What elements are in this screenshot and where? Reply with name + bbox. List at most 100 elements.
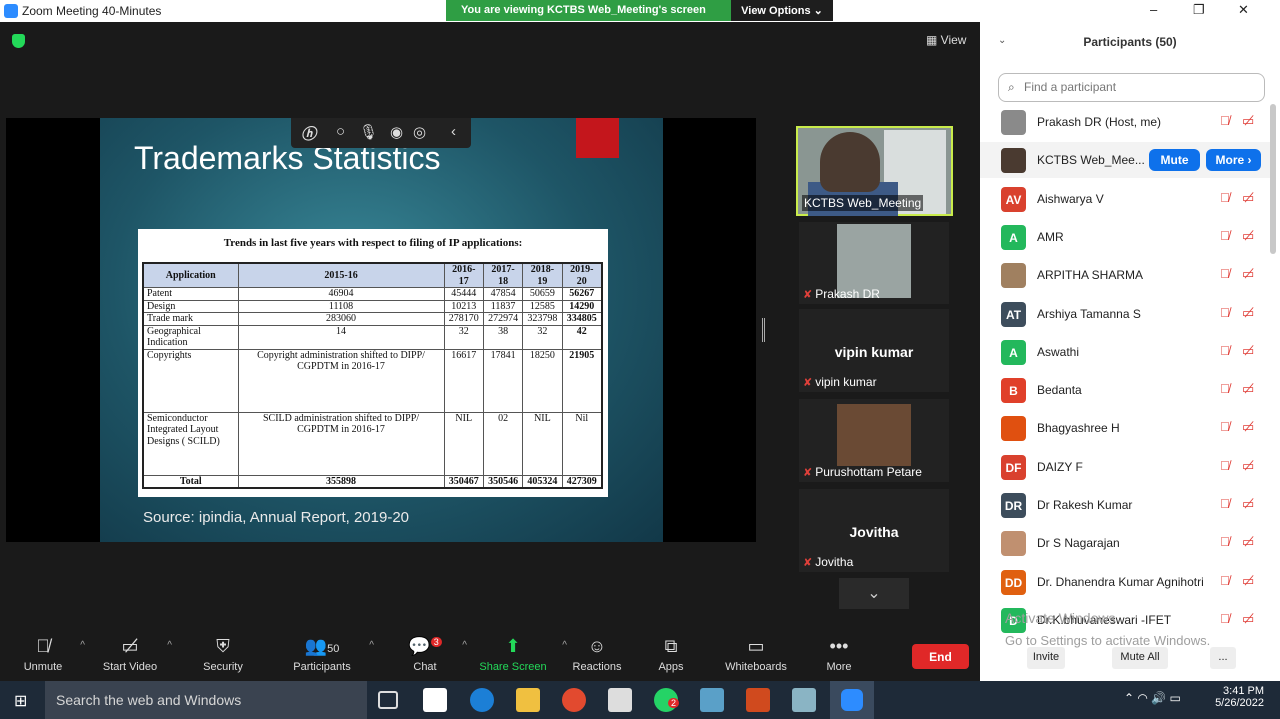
task-view-icon[interactable]: [378, 691, 398, 709]
encryption-shield-icon[interactable]: [12, 34, 25, 48]
participant-search-input[interactable]: ⌕ Find a participant: [998, 73, 1265, 102]
muted-mic-icon[interactable]: 🎙̸: [1220, 266, 1230, 281]
chevron-up-icon[interactable]: ^: [462, 640, 467, 651]
zoom-taskbar-button[interactable]: [830, 681, 874, 719]
participant-row[interactable]: A AMR 🎙̸ ▭̸: [980, 219, 1270, 255]
store-icon[interactable]: [423, 688, 447, 712]
participant-row[interactable]: B Bedanta 🎙̸ ▭̸: [980, 372, 1270, 408]
start-video-button[interactable]: ▭̸ Start Video ^: [90, 636, 172, 673]
video-off-icon[interactable]: ▭̸: [1242, 343, 1254, 359]
broadcast-icon[interactable]: ◎: [413, 123, 426, 141]
video-tile[interactable]: vipin kumar ✘ vipin kumar: [799, 309, 949, 392]
end-meeting-button[interactable]: End: [912, 644, 969, 669]
chevron-up-icon[interactable]: ^: [369, 640, 374, 651]
table-row-total: Total 355898 350467 350546 405324 427309: [142, 474, 603, 489]
apps-button[interactable]: ⧉ Apps: [631, 636, 711, 673]
whatsapp-icon[interactable]: 2: [654, 688, 680, 712]
file-explorer-icon[interactable]: [516, 688, 540, 712]
muted-mic-icon[interactable]: 🎙̸: [1220, 381, 1230, 396]
minimize-button[interactable]: –: [1150, 2, 1157, 17]
muted-mic-icon[interactable]: 🎙̸: [1220, 190, 1230, 205]
participant-row[interactable]: ARPITHA SHARMA 🎙̸ ▭̸: [980, 257, 1270, 293]
paint-icon[interactable]: [792, 688, 816, 712]
video-off-icon[interactable]: ▭̸: [1242, 381, 1254, 397]
powerpoint-icon[interactable]: [746, 688, 770, 712]
video-off-icon[interactable]: ▭̸: [1242, 458, 1254, 474]
security-button[interactable]: ⛨ Security: [183, 636, 263, 673]
view-options-button[interactable]: View Options ⌄: [731, 0, 833, 21]
video-off-icon[interactable]: ▭̸: [1242, 190, 1254, 206]
chevron-up-icon[interactable]: ^: [167, 640, 172, 651]
video-off-icon[interactable]: ▭̸: [1242, 496, 1254, 512]
chevron-down-icon[interactable]: ⌄: [839, 578, 909, 609]
chevron-up-icon[interactable]: ^: [80, 640, 85, 651]
video-off-icon[interactable]: ▭̸: [1242, 113, 1254, 129]
muted-mic-icon[interactable]: 🎙̸: [1220, 496, 1230, 511]
muted-mic-icon[interactable]: 🎙̸: [1220, 419, 1230, 434]
reactions-button[interactable]: ☺ Reactions: [557, 636, 637, 673]
muted-mic-icon[interactable]: 🎙̸: [1220, 458, 1230, 473]
mute-participant-button[interactable]: Mute: [1149, 149, 1200, 172]
muted-mic-icon[interactable]: 🎙̸: [1220, 534, 1230, 549]
record-icon[interactable]: ◉: [390, 123, 403, 141]
more-label: More: [826, 661, 852, 673]
participant-row[interactable]: DF DAIZY F 🎙̸ ▭̸: [980, 449, 1270, 485]
taskbar-search-input[interactable]: Search the web and Windows: [45, 681, 367, 719]
column-header: Application: [142, 262, 239, 288]
whiteboards-button[interactable]: ▭ Whiteboards: [716, 636, 796, 673]
participant-row[interactable]: KCTBS Web_Mee... Mute More ›: [980, 142, 1270, 179]
video-off-icon[interactable]: ▭̸: [1242, 419, 1254, 435]
video-off-icon[interactable]: ▭̸: [1242, 611, 1254, 627]
video-off-icon[interactable]: ▭̸: [1242, 573, 1254, 589]
share-screen-button[interactable]: ⬆ Share Screen ^: [473, 636, 567, 673]
video-off-icon[interactable]: ▭̸: [1242, 305, 1254, 321]
participant-row[interactable]: A Aswathi 🎙̸ ▭̸: [980, 334, 1270, 370]
video-off-icon[interactable]: ▭̸: [1242, 534, 1254, 550]
video-tile[interactable]: ✘ Prakash DR: [799, 222, 949, 304]
participant-row[interactable]: DD Dr. Dhanendra Kumar Agnihotri 🎙̸ ▭̸: [980, 564, 1270, 600]
muted-mic-icon[interactable]: 🎙̸: [1220, 343, 1230, 358]
chevron-left-icon[interactable]: ‹: [451, 123, 456, 140]
circle-icon[interactable]: ○: [336, 123, 345, 140]
more-button[interactable]: ••• More: [799, 636, 879, 673]
muted-mic-icon[interactable]: 🎙̸: [1220, 228, 1230, 243]
participant-row[interactable]: DR Dr Rakesh Kumar 🎙̸ ▭̸: [980, 487, 1270, 523]
edge-icon[interactable]: [470, 688, 494, 712]
participants-scrollbar[interactable]: [1270, 104, 1276, 254]
unmute-button[interactable]: 🎙̸ Unmute ^: [3, 636, 85, 673]
video-tile[interactable]: ✘ Purushottam Petare: [799, 399, 949, 482]
view-button[interactable]: ▦ View: [926, 33, 966, 47]
muted-mic-icon[interactable]: 🎙̸: [1220, 305, 1230, 320]
app-icon[interactable]: [700, 688, 724, 712]
mute-all-button[interactable]: Mute All: [1112, 647, 1168, 669]
video-off-icon[interactable]: ▭̸: [1242, 266, 1254, 282]
participant-row[interactable]: Bhagyashree H 🎙̸ ▭̸: [980, 410, 1270, 446]
system-tray-icons[interactable]: ⌃ ◠ 🔊 ▭: [1124, 691, 1181, 705]
microphone-icon[interactable]: 🎙: [359, 123, 378, 141]
table-cell: 355898: [237, 474, 445, 489]
invite-button[interactable]: Invite: [1027, 647, 1065, 669]
muted-mic-icon[interactable]: 🎙̸: [1220, 113, 1230, 128]
chrome-icon[interactable]: [562, 688, 586, 712]
video-tile-active-speaker[interactable]: KCTBS Web_Meeting: [796, 126, 953, 216]
muted-mic-icon[interactable]: 🎙̸: [1220, 573, 1230, 588]
participant-row[interactable]: Prakash DR (Host, me) 🎙̸ ▭̸: [980, 104, 1270, 140]
windows-start-icon[interactable]: ⊞: [14, 691, 27, 711]
participants-button[interactable]: 👥50 Participants ^: [282, 636, 374, 673]
more-participant-button[interactable]: More ›: [1206, 149, 1261, 172]
restore-button[interactable]: ❐: [1193, 2, 1205, 18]
taskbar-clock[interactable]: 3:41 PM 5/26/2022: [1206, 685, 1264, 709]
chat-button[interactable]: 💬 3 Chat ^: [385, 636, 467, 673]
more-options-button[interactable]: ...: [1210, 647, 1236, 669]
muted-mic-icon[interactable]: 🎙̸: [1220, 611, 1230, 626]
close-button[interactable]: ✕: [1238, 2, 1249, 18]
photos-icon[interactable]: [608, 688, 632, 712]
split-resize-handle[interactable]: [762, 318, 765, 342]
smiley-icon: ☺: [587, 636, 607, 656]
participant-row[interactable]: Dr S Nagarajan 🎙̸ ▭̸: [980, 525, 1270, 561]
table-row: Geographical Indication 14 32 38 32 42: [142, 324, 603, 350]
video-tile[interactable]: Jovitha ✘ Jovitha: [799, 489, 949, 572]
participant-row[interactable]: AT Arshiya Tamanna S 🎙̸ ▭̸: [980, 296, 1270, 332]
video-off-icon[interactable]: ▭̸: [1242, 228, 1254, 244]
participant-row[interactable]: AV Aishwarya V 🎙̸ ▭̸: [980, 181, 1270, 217]
